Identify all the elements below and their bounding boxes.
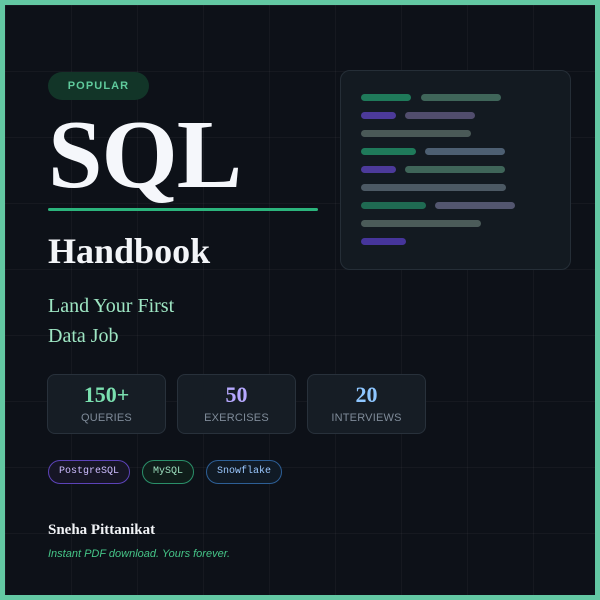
stats-row: 150+ QUERIES 50 EXERCISES 20 INTERVIEWS [47, 374, 426, 434]
code-line [361, 148, 416, 155]
tag-postgresql: PostgreSQL [48, 460, 131, 484]
tag-mysql: MySQL [142, 460, 195, 484]
code-line [421, 94, 501, 101]
author-name: Sneha Pittanikat [48, 522, 156, 538]
code-line [361, 130, 471, 137]
database-tags: PostgreSQL MySQL Snowflake [48, 460, 283, 484]
tagline-line-1: Land Your First [48, 295, 175, 317]
stat-value: 50 [225, 382, 248, 407]
stat-label: INTERVIEWS [331, 412, 402, 424]
code-line [361, 94, 411, 101]
code-line [361, 238, 406, 245]
code-line [405, 166, 505, 173]
book-title: SQL [48, 101, 242, 209]
stat-card-queries: 150+ QUERIES [47, 374, 166, 434]
stat-label: QUERIES [81, 412, 132, 424]
code-line [361, 220, 481, 227]
book-subtitle: Handbook [48, 231, 211, 271]
download-note: Instant PDF download. Yours forever. [48, 548, 231, 560]
code-line [425, 148, 505, 155]
title-underline [48, 208, 318, 211]
stat-label: EXERCISES [204, 412, 269, 424]
popular-badge: POPULAR [48, 72, 149, 100]
tag-snowflake: Snowflake [206, 460, 283, 484]
stat-card-interviews: 20 INTERVIEWS [307, 374, 426, 434]
book-cover: POPULAR SQL Handbook Land Your First Dat… [0, 0, 600, 600]
stat-value: 150+ [83, 382, 130, 407]
code-line [435, 202, 515, 209]
code-line [361, 166, 396, 173]
code-preview-card [340, 70, 571, 270]
stat-value: 20 [355, 382, 378, 407]
tagline-line-2: Data Job [48, 325, 119, 347]
code-line [361, 184, 506, 191]
code-line [361, 202, 426, 209]
tagline: Land Your First Data Job [48, 291, 174, 351]
stat-card-exercises: 50 EXERCISES [177, 374, 296, 434]
code-line [361, 112, 396, 119]
code-line [405, 112, 475, 119]
